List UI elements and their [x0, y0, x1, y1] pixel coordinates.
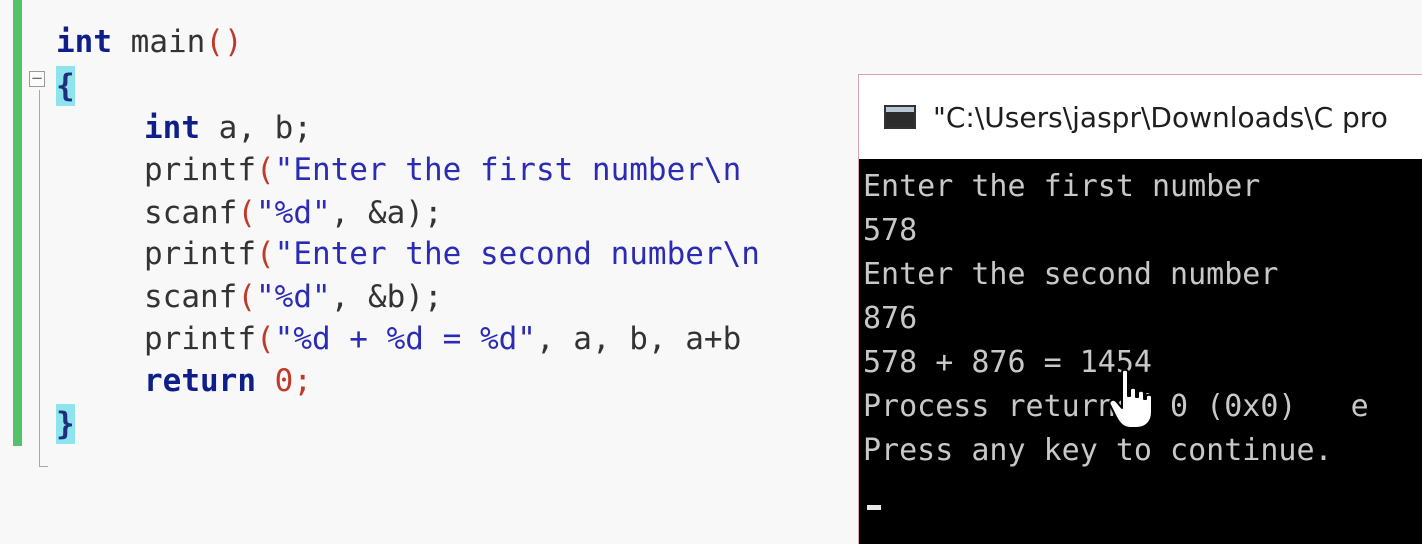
code-line-10[interactable]: } [56, 404, 75, 444]
paren: ( [255, 236, 275, 272]
console-title: "C:\Users\jaspr\Downloads\C pro [933, 101, 1388, 134]
console-output-line: 876 [863, 301, 918, 336]
fold-guide-end [39, 466, 48, 467]
function-name: printf [144, 152, 256, 188]
identifier: main [112, 24, 206, 60]
code-line-1[interactable]: int main() [56, 22, 243, 62]
code-text: , &b); [330, 279, 443, 315]
code-text: ; [293, 363, 312, 399]
code-line-6[interactable]: printf("Enter the second number\n [144, 234, 760, 274]
code-text: , a, b, a+b [535, 321, 742, 357]
console-text-cursor [867, 505, 881, 510]
hand-cursor-icon [1108, 368, 1153, 429]
string-literal: "Enter the second number\n [274, 236, 760, 272]
code-text: a, b; [200, 110, 312, 146]
string-literal: "%d + %d = %d" [274, 321, 536, 357]
string-literal: "Enter the first number\n [274, 152, 742, 188]
function-name: scanf [144, 195, 238, 231]
paren: ( [237, 195, 256, 231]
console-output-line: Enter the first number [863, 169, 1261, 204]
console-window[interactable]: "C:\Users\jaspr\Downloads\C pro Enter th… [858, 74, 1422, 544]
brace-close-highlight: } [56, 404, 75, 444]
code-line-8[interactable]: printf("%d + %d = %d", a, b, a+b [144, 319, 741, 359]
code-line-2[interactable]: { [56, 66, 75, 106]
paren: ( [237, 279, 256, 315]
paren: ( [255, 321, 275, 357]
number-literal: 0 [255, 363, 294, 399]
keyword: int [56, 24, 112, 60]
console-output-line: Press any key to continue. [863, 433, 1333, 468]
console-output-line: 578 [863, 213, 918, 248]
function-name: scanf [144, 279, 238, 315]
code-line-4[interactable]: printf("Enter the first number\n [144, 150, 741, 190]
fold-guide-line [39, 90, 40, 466]
console-titlebar[interactable]: "C:\Users\jaspr\Downloads\C pro [859, 75, 1422, 159]
paren: ( [255, 152, 275, 188]
fold-toggle-button[interactable]: − [29, 71, 45, 87]
code-line-7[interactable]: scanf("%d", &b); [144, 277, 443, 317]
code-line-5[interactable]: scanf("%d", &a); [144, 193, 443, 233]
console-output-line: Enter the second number [863, 257, 1279, 292]
function-name: printf [144, 321, 256, 357]
paren: () [205, 24, 243, 60]
console-window-icon [884, 105, 916, 129]
code-line-9[interactable]: return 0; [144, 361, 312, 401]
keyword: int [144, 110, 200, 146]
string-literal: "%d" [256, 279, 331, 315]
code-line-3[interactable]: int a, b; [144, 108, 312, 148]
code-text: , &a); [330, 195, 443, 231]
function-name: printf [144, 236, 256, 272]
string-literal: "%d" [256, 195, 331, 231]
brace-open-highlight: { [56, 66, 75, 106]
change-indicator-bar [13, 0, 22, 446]
keyword: return [144, 363, 256, 399]
